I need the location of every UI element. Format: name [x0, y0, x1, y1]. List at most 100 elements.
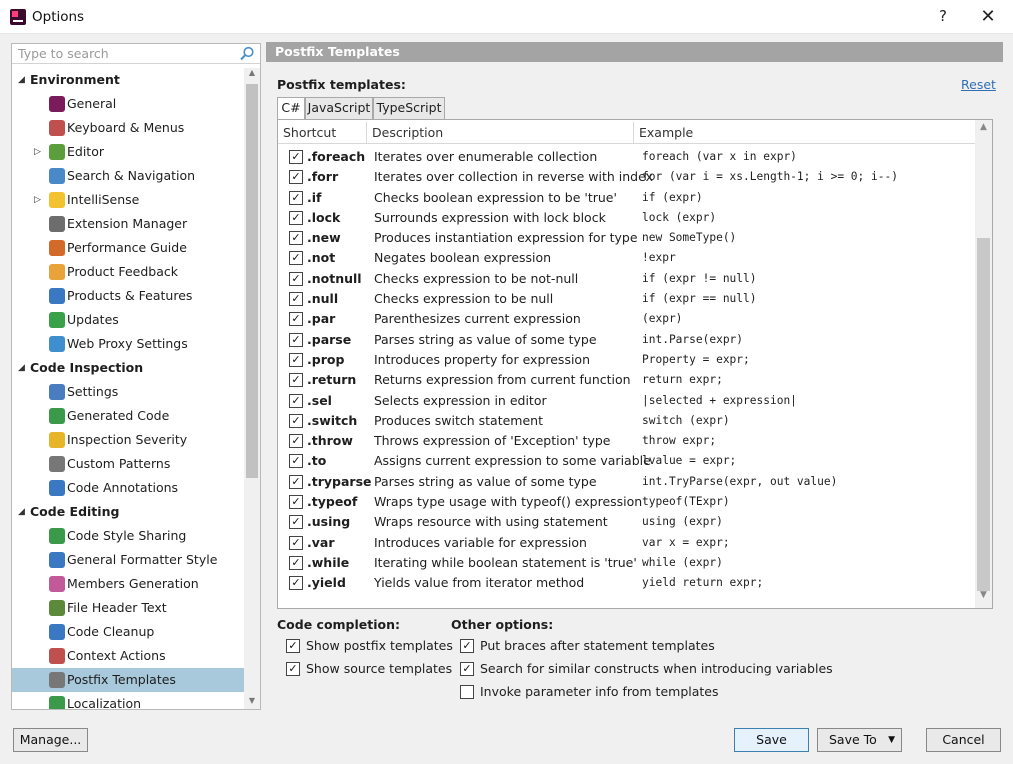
manage-button[interactable]: Manage...: [13, 728, 88, 752]
table-row[interactable]: ✓ .throw Throws expression of 'Exception' …: [278, 431, 975, 451]
template-enabled-checkbox[interactable]: ✓: [289, 170, 303, 185]
tree-item[interactable]: General: [12, 92, 244, 116]
table-row[interactable]: ✓ .null Checks expression to be null if (ex…: [278, 289, 975, 309]
tree-item[interactable]: Localization: [12, 692, 244, 709]
table-row[interactable]: ✓ .notnull Checks expression to be not-nul…: [278, 269, 975, 289]
template-enabled-checkbox[interactable]: ✓: [289, 190, 303, 205]
tab-javascript[interactable]: JavaScript: [305, 97, 373, 119]
table-row[interactable]: ✓ .lock Surrounds expression with lock blo…: [278, 208, 975, 228]
table-row[interactable]: ✓ .using Wraps resource with using stateme…: [278, 512, 975, 532]
template-enabled-checkbox[interactable]: ✓: [289, 312, 303, 327]
table-row[interactable]: ✓ .tryparse Parses string as value of some…: [278, 472, 975, 492]
table-row[interactable]: ✓ .forr Iterates over collection in revers…: [278, 167, 975, 187]
column-shortcut[interactable]: Shortcut: [278, 122, 367, 144]
save-button[interactable]: Save: [734, 728, 809, 752]
template-enabled-checkbox[interactable]: ✓: [289, 150, 303, 164]
scroll-up-icon[interactable]: ▲: [244, 68, 260, 82]
template-enabled-checkbox[interactable]: ✓: [289, 576, 303, 591]
tree-item[interactable]: ▷ IntelliSense: [12, 188, 244, 212]
table-row[interactable]: ✓ .return Returns expression from current …: [278, 370, 975, 390]
template-enabled-checkbox[interactable]: ✓: [289, 352, 303, 367]
template-enabled-checkbox[interactable]: ✓: [289, 231, 303, 246]
tree-item[interactable]: Members Generation: [12, 572, 244, 596]
template-enabled-checkbox[interactable]: ✓: [289, 292, 303, 307]
table-row[interactable]: ✓ .while Iterating while boolean statement…: [278, 553, 975, 573]
tree-section[interactable]: ◢ Code Inspection: [12, 356, 244, 380]
tab-csharp[interactable]: C#: [277, 97, 305, 120]
table-row[interactable]: ✓ .foreach Iterates over enumerable collec…: [278, 147, 975, 167]
template-enabled-checkbox[interactable]: ✓: [289, 271, 303, 286]
expand-arrow-icon[interactable]: ▷: [34, 188, 46, 212]
scroll-thumb[interactable]: [246, 84, 258, 478]
template-enabled-checkbox[interactable]: ✓: [289, 555, 303, 570]
table-row[interactable]: ✓ .par Parenthesizes current expression (ex…: [278, 309, 975, 329]
collapse-arrow-icon[interactable]: ◢: [18, 68, 30, 92]
tree-item[interactable]: Products & Features: [12, 284, 244, 308]
column-description[interactable]: Description: [367, 122, 634, 144]
scroll-up-icon[interactable]: ▲: [975, 122, 992, 138]
search-icon[interactable]: [239, 46, 255, 61]
table-row[interactable]: ✓ .var Introduces variable for expression v…: [278, 533, 975, 553]
template-enabled-checkbox[interactable]: ✓: [289, 474, 303, 489]
template-enabled-checkbox[interactable]: ✓: [289, 332, 303, 347]
scroll-down-icon[interactable]: ▼: [975, 590, 992, 606]
template-enabled-checkbox[interactable]: ✓: [289, 434, 303, 449]
other-option-checkbox[interactable]: ✓: [460, 662, 474, 676]
other-option-checkbox[interactable]: ✓: [460, 639, 474, 653]
help-button[interactable]: ?: [933, 7, 953, 27]
table-row[interactable]: ✓ .parse Parses string as value of some ty…: [278, 330, 975, 350]
tab-typescript[interactable]: TypeScript: [373, 97, 445, 119]
tree-item[interactable]: Context Actions: [12, 644, 244, 668]
template-enabled-checkbox[interactable]: ✓: [289, 413, 303, 428]
template-enabled-checkbox[interactable]: ✓: [289, 515, 303, 530]
table-row[interactable]: ✓ .if Checks boolean expression to be 'tru…: [278, 188, 975, 208]
save-to-button[interactable]: Save To ▼: [817, 728, 902, 752]
tree-item[interactable]: Inspection Severity: [12, 428, 244, 452]
collapse-arrow-icon[interactable]: ◢: [18, 500, 30, 524]
table-scrollbar[interactable]: ▲ ▼: [975, 120, 992, 608]
tree-item[interactable]: Product Feedback: [12, 260, 244, 284]
tree-item[interactable]: Code Annotations: [12, 476, 244, 500]
tree-item[interactable]: Extension Manager: [12, 212, 244, 236]
tree-item[interactable]: ▷ Editor: [12, 140, 244, 164]
column-example[interactable]: Example: [634, 122, 975, 144]
tree-item[interactable]: Postfix Templates: [12, 668, 244, 692]
other-option-checkbox[interactable]: [460, 685, 474, 699]
tree-section[interactable]: ◢ Environment: [12, 68, 244, 92]
tree-item[interactable]: Updates: [12, 308, 244, 332]
tree-item[interactable]: Search & Navigation: [12, 164, 244, 188]
tree-item[interactable]: Keyboard & Menus: [12, 116, 244, 140]
tree-item[interactable]: Code Style Sharing: [12, 524, 244, 548]
close-button[interactable]: ✕: [976, 6, 1000, 28]
table-row[interactable]: ✓ .new Produces instantiation expression f…: [278, 228, 975, 248]
table-row[interactable]: ✓ .to Assigns current expression to some v…: [278, 451, 975, 471]
table-row[interactable]: ✓ .not Negates boolean expression !expr: [278, 248, 975, 268]
template-enabled-checkbox[interactable]: ✓: [289, 210, 303, 225]
table-row[interactable]: ✓ .sel Selects expression in editor |select…: [278, 391, 975, 411]
tree-item[interactable]: Performance Guide: [12, 236, 244, 260]
table-row[interactable]: ✓ .prop Introduces property for expression…: [278, 350, 975, 370]
scroll-down-icon[interactable]: ▼: [244, 696, 260, 709]
tree-item[interactable]: General Formatter Style: [12, 548, 244, 572]
tree-item[interactable]: Settings: [12, 380, 244, 404]
template-enabled-checkbox[interactable]: ✓: [289, 454, 303, 469]
tree-scrollbar[interactable]: ▲ ▼: [244, 68, 260, 709]
reset-link[interactable]: Reset: [961, 77, 996, 92]
table-row[interactable]: ✓ .switch Produces switch statement switch …: [278, 411, 975, 431]
tree-section[interactable]: ◢ Code Editing: [12, 500, 244, 524]
code-completion-checkbox[interactable]: ✓: [286, 662, 300, 676]
tree-item[interactable]: Code Cleanup: [12, 620, 244, 644]
tree-item[interactable]: File Header Text: [12, 596, 244, 620]
table-row[interactable]: ✓ .typeof Wraps type usage with typeof() e…: [278, 492, 975, 512]
tree-item[interactable]: Generated Code: [12, 404, 244, 428]
expand-arrow-icon[interactable]: ▷: [34, 140, 46, 164]
code-completion-checkbox[interactable]: ✓: [286, 639, 300, 653]
template-enabled-checkbox[interactable]: ✓: [289, 251, 303, 266]
scroll-thumb[interactable]: [977, 238, 990, 591]
template-enabled-checkbox[interactable]: ✓: [289, 393, 303, 408]
tree-item[interactable]: Web Proxy Settings: [12, 332, 244, 356]
cancel-button[interactable]: Cancel: [926, 728, 1001, 752]
collapse-arrow-icon[interactable]: ◢: [18, 356, 30, 380]
tree-item[interactable]: Custom Patterns: [12, 452, 244, 476]
template-enabled-checkbox[interactable]: ✓: [289, 373, 303, 388]
